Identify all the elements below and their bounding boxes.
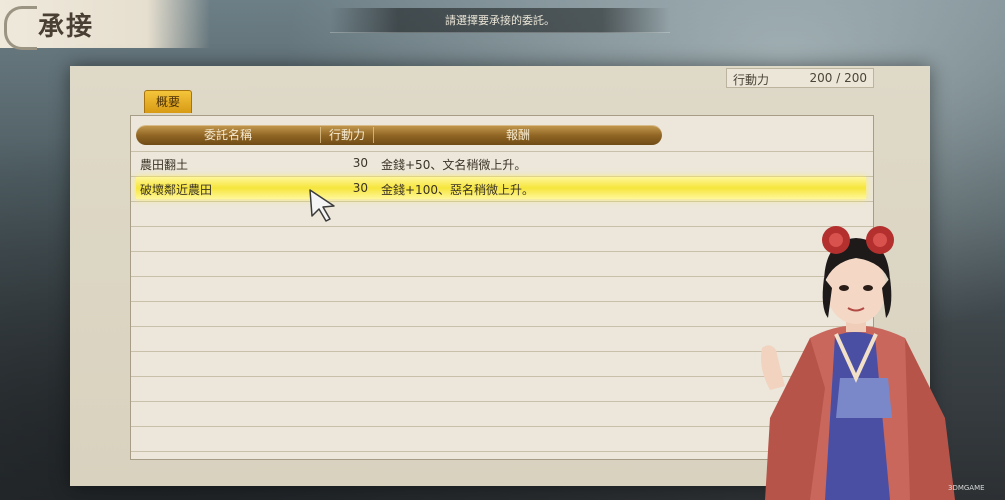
- tab-overview[interactable]: 概要: [144, 90, 192, 113]
- instruction-text: 請選擇要承接的委託。: [445, 14, 555, 27]
- table-header: 委託名稱 行動力 報酬: [136, 125, 662, 145]
- column-header-name: 委託名稱: [203, 128, 252, 142]
- commission-name: 破壞鄰近農田: [140, 183, 213, 197]
- action-points-value: 200 / 200: [809, 71, 867, 85]
- page-title: 承接: [38, 12, 95, 42]
- commission-reward: 金錢+100、惡名稍微上升。: [381, 183, 534, 197]
- commission-reward: 金錢+50、文名稍微上升。: [381, 158, 527, 172]
- watermark: 3DMGAME: [948, 484, 985, 492]
- scroll-ornament-icon: [4, 6, 37, 50]
- title-banner: 承接: [0, 0, 210, 50]
- column-header-ap: 行動力: [328, 128, 365, 142]
- table-row-selected[interactable]: 破壞鄰近農田 30 金錢+100、惡名稍微上升。: [136, 177, 866, 199]
- action-points-display: 行動力 200 / 200: [726, 68, 874, 88]
- table-row[interactable]: 農田翻土 30 金錢+50、文名稍微上升。: [136, 152, 866, 174]
- character-portrait: [761, 226, 955, 500]
- arrow-cursor-icon: [309, 189, 335, 222]
- commission-name: 農田翻土: [140, 158, 189, 172]
- commission-ap: 30: [352, 156, 368, 170]
- action-points-label: 行動力: [733, 73, 770, 87]
- instruction-bar: 請選擇要承接的委託。: [330, 8, 670, 33]
- column-header-reward: 報酬: [505, 128, 530, 142]
